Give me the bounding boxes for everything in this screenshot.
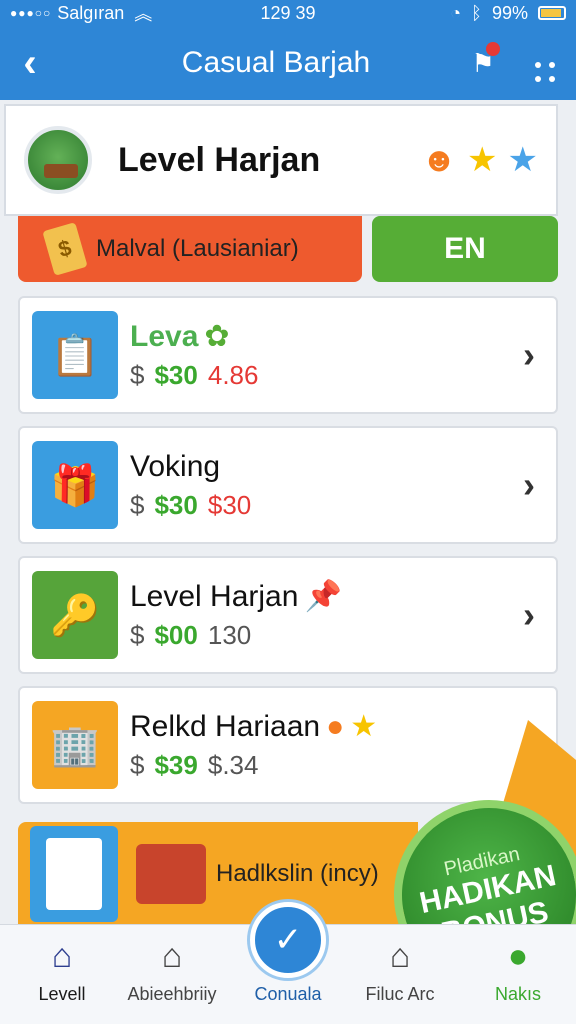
tab-filuc[interactable]: ⌂ Filuc Arc (340, 925, 460, 1024)
chevron-right-icon: › (523, 334, 535, 375)
promo-banner[interactable]: Hadlkslin (incy) (18, 822, 418, 926)
tab-abieehbriiy[interactable]: ⌂ Abieehbriiy (112, 925, 232, 1024)
price-currency: $ (130, 489, 145, 520)
tab-nakis[interactable]: ● Nakıs (458, 925, 576, 1024)
tab-label: Filuc Arc (365, 984, 435, 1004)
currency-button[interactable]: $ Malval (Lausianiar) (18, 216, 362, 282)
tab-label: Nakıs (494, 984, 541, 1004)
chevron-right-icon: › (523, 464, 535, 505)
battery-icon (538, 6, 566, 20)
list-item[interactable]: 🎁 Voking $ $30 $30 › (18, 426, 558, 544)
item-prices: $ $00 130 (130, 620, 514, 651)
item-name: Level Harjan 📌 (130, 579, 514, 614)
language-button[interactable]: EN (372, 216, 558, 282)
rating-icons: ☻ ★ ★ (421, 140, 538, 180)
status-bar: ●●●○○ Salgıran ︽ 129 39 ◔ ᛒ 99% (0, 0, 576, 26)
tab-label: Abieehbriiy (127, 984, 217, 1004)
carrier-name: Salgıran (57, 2, 125, 23)
item-prices: $ $30 $30 (130, 490, 514, 521)
bluetooth-icon: ᛒ (471, 2, 482, 23)
tab-label: Levell (38, 984, 86, 1004)
price-currency: $ (130, 750, 145, 780)
item-name-text: Leva (130, 319, 199, 353)
price-current: $30 (154, 489, 198, 520)
gift-icon (136, 844, 206, 904)
clipboard-icon: 📋 (32, 311, 118, 399)
action-row: $ Malval (Lausianiar) EN (18, 216, 558, 282)
page-title: Casual Barjah (181, 46, 371, 79)
notification-dot (486, 41, 500, 56)
center-action-button[interactable]: ✓ (250, 902, 326, 978)
gold-star-icon: ★ (467, 141, 498, 179)
item-name-text: Level Harjan (130, 579, 299, 613)
item-prices: $ $30 4.86 (130, 360, 514, 391)
grid-dots-icon (535, 62, 555, 82)
check-icon: ✓ (273, 921, 303, 959)
home-icon: ⌂ (51, 937, 73, 975)
wifi-icon: ︽ (134, 4, 153, 24)
chevron-right-icon: › (523, 594, 535, 635)
price-other: $30 (207, 489, 252, 520)
pin-icon: 📌 (304, 580, 342, 613)
price-current: $39 (154, 750, 198, 780)
leaf-icon: ✿ (204, 320, 230, 353)
circle-icon: ● (507, 937, 529, 975)
price-other: 130 (207, 620, 252, 650)
item-name: Leva ✿ (130, 319, 514, 354)
blue-star-icon: ★ (507, 141, 538, 179)
house-outline-icon: ⌂ (389, 937, 411, 975)
alarm-icon: ◔ (450, 2, 462, 23)
key-icon: 🔑 (32, 571, 118, 659)
price-current: $00 (154, 620, 198, 650)
gift-box-icon: 🎁 (32, 441, 118, 529)
currency-button-label: Malval (Lausianiar) (96, 235, 299, 262)
price-other: 4.86 (207, 360, 259, 390)
signal-dots-icon: ●●●○○ (10, 6, 52, 20)
bookmark-button[interactable]: ⚑ (452, 41, 514, 79)
price-current: $30 (154, 360, 198, 390)
price-currency: $ (130, 620, 145, 650)
list-item[interactable]: 📋 Leva ✿ $ $30 4.86 › (18, 296, 558, 414)
item-name-text: Relkd Hariaan (130, 709, 321, 743)
center-tab-label: Conuala (254, 984, 322, 1004)
smiley-icon: ☻ (421, 140, 458, 179)
back-button[interactable]: ‹ (0, 41, 60, 86)
price-tag-icon: $ (42, 222, 88, 276)
house-outline-icon: ⌂ (161, 937, 183, 975)
promo-label: Hadlkslin (incy) (216, 860, 379, 887)
price-other: $.34 (207, 750, 259, 780)
level-card: Level Harjan ☻ ★ ★ (4, 104, 558, 216)
tab-level[interactable]: ⌂ Levell (2, 925, 122, 1024)
navigation-bar: ‹ Casual Barjah ⚑ (0, 26, 576, 100)
price-currency: $ (130, 360, 145, 390)
list-item[interactable]: 🔑 Level Harjan 📌 $ $00 130 › (18, 556, 558, 674)
document-icon (30, 826, 118, 922)
status-right: ◔ ᛒ 99% (450, 3, 566, 24)
status-time: 129 39 (260, 2, 316, 23)
level-title: Level Harjan (118, 140, 321, 179)
star-icon: ★ (350, 710, 378, 743)
balloon-icon: ● (326, 709, 345, 743)
battery-percent: 99% (491, 2, 528, 23)
building-icon: 🏢 (32, 701, 118, 789)
level-avatar (24, 126, 92, 194)
more-button[interactable] (514, 44, 576, 82)
item-name: Voking (130, 450, 514, 484)
item-name-text: Voking (130, 449, 221, 483)
